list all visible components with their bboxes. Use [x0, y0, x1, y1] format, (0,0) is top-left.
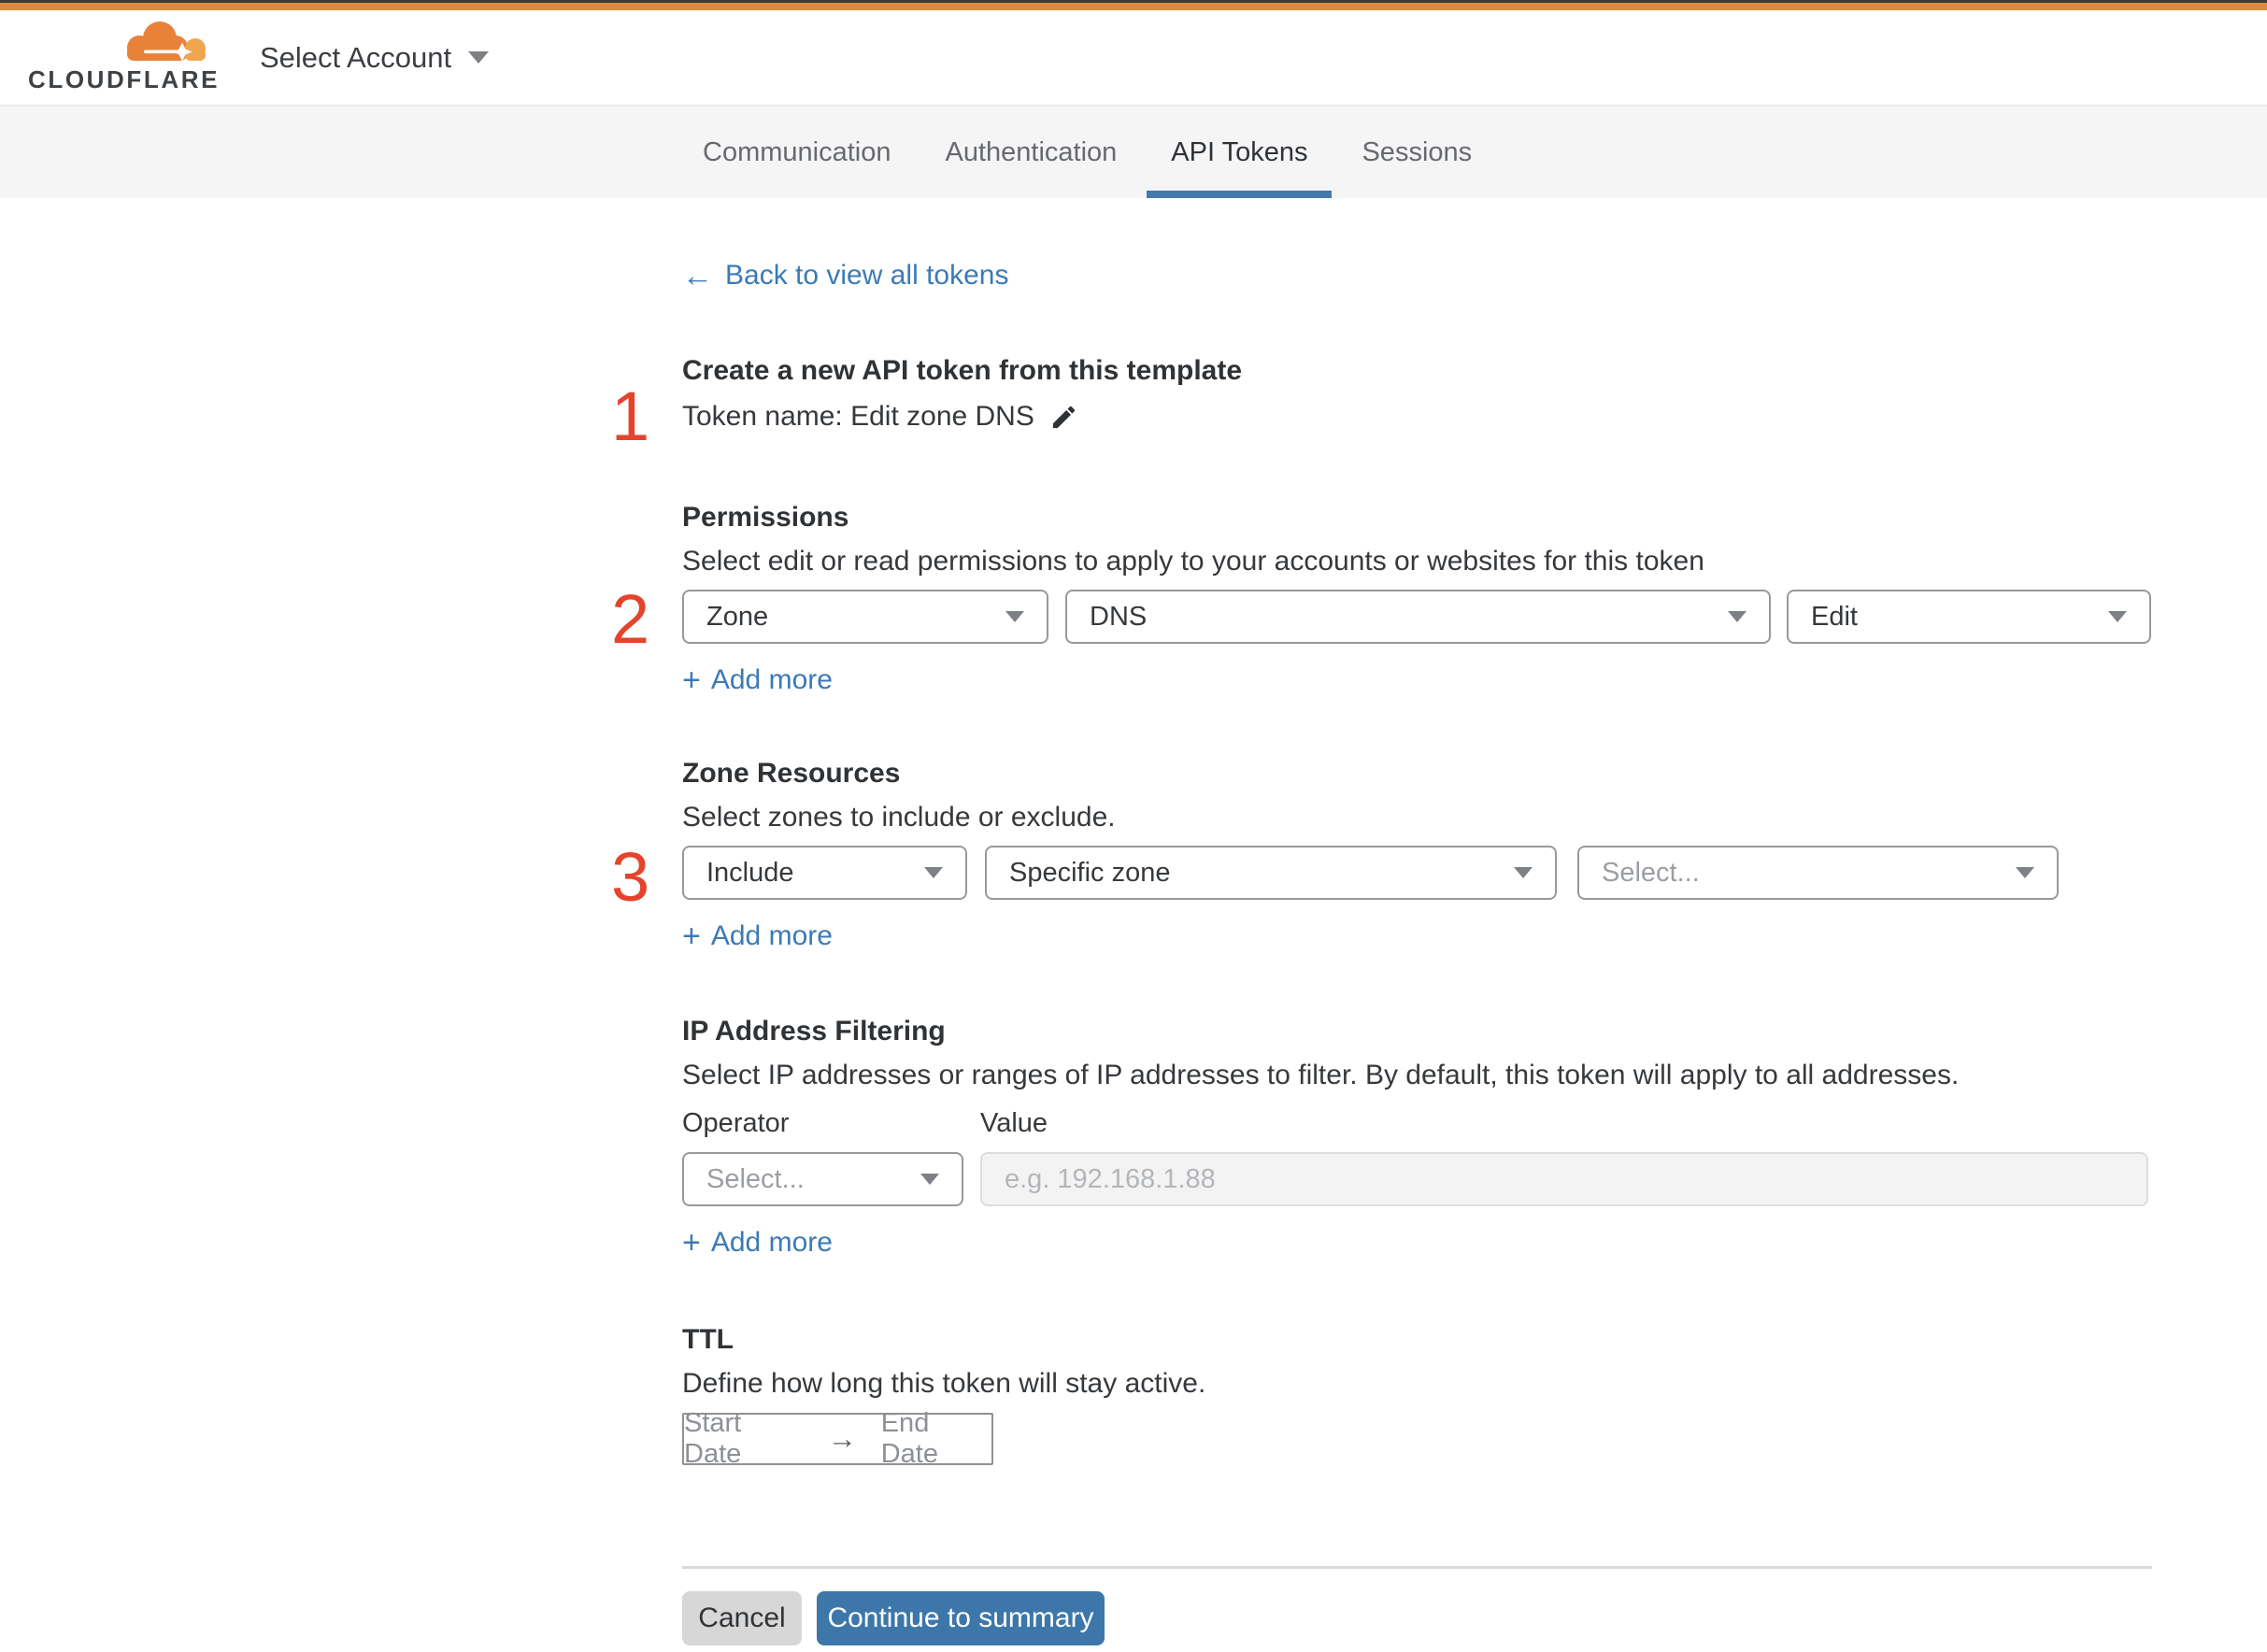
chevron-down-icon [2016, 867, 2034, 878]
section-token-name: 1 Create a new API token from this templ… [611, 353, 2152, 451]
main-content: ← Back to view all tokens 1 Create a new… [611, 260, 2152, 1645]
token-name-text: Token name: Edit zone DNS [682, 401, 1034, 432]
add-more-label: Add more [710, 1227, 833, 1258]
step-number-3: 3 [611, 838, 650, 916]
ip-filtering-grid: Operator Value Select... [682, 1107, 2152, 1206]
ttl-date-range-picker[interactable]: Start Date → End Date [682, 1408, 993, 1469]
add-more-label: Add more [710, 920, 833, 951]
right-arrow-icon: → [827, 1422, 857, 1455]
ip-filtering-title: IP Address Filtering [682, 1016, 946, 1047]
permission-type-select[interactable]: DNS [1065, 590, 1771, 644]
tab-bar: Communication Authentication API Tokens … [0, 105, 2267, 198]
zone-resources-add-more-link[interactable]: + Add more [682, 920, 833, 952]
chevron-down-icon [924, 867, 943, 878]
cloudflare-cloud-icon [127, 21, 206, 62]
permission-level-select[interactable]: Edit [1787, 590, 2151, 644]
tab-label: Communication [703, 136, 891, 167]
add-more-label: Add more [710, 664, 833, 695]
select-value: Specific zone [1009, 857, 1171, 888]
section-ttl: TTL Define how long this token will stay… [682, 1322, 2152, 1469]
ip-filtering-add-more-link[interactable]: + Add more [682, 1227, 833, 1259]
ip-value-input[interactable] [980, 1152, 2148, 1206]
zone-resources-description: Select zones to include or exclude. [682, 802, 1116, 833]
ttl-title: TTL [682, 1324, 734, 1355]
tab-communication[interactable]: Communication [678, 107, 915, 198]
ip-filtering-description: Select IP addresses or ranges of IP addr… [682, 1060, 1960, 1090]
section-ip-filtering: IP Address Filtering Select IP addresses… [682, 1014, 2152, 1259]
chevron-down-icon [1514, 867, 1533, 878]
value-label: Value [980, 1108, 1048, 1138]
tab-authentication[interactable]: Authentication [920, 107, 1141, 198]
tab-label: API Tokens [1171, 136, 1308, 167]
select-value: DNS [1090, 601, 1148, 632]
select-placeholder: Select... [706, 1163, 805, 1194]
permission-scope-select[interactable]: Zone [682, 590, 1048, 644]
tab-api-tokens[interactable]: API Tokens [1147, 107, 1333, 198]
cloudflare-logo[interactable]: CLOUDFLARE [28, 21, 221, 94]
select-placeholder: Select... [1602, 857, 1700, 888]
tab-sessions[interactable]: Sessions [1337, 107, 1496, 198]
footer-divider [682, 1566, 2152, 1569]
section-permissions: 2 Permissions Select edit or read permis… [611, 500, 2152, 696]
select-value: Zone [706, 601, 769, 632]
chevron-down-icon [2108, 611, 2127, 622]
select-value: Edit [1811, 601, 1858, 632]
permissions-title: Permissions [682, 502, 849, 533]
plus-icon: + [682, 662, 701, 698]
back-link-label: Back to view all tokens [725, 260, 1009, 291]
header: CLOUDFLARE Select Account [0, 10, 2267, 105]
start-date-placeholder: Start Date [684, 1408, 742, 1469]
plus-icon: + [682, 919, 701, 954]
zone-include-exclude-select[interactable]: Include [682, 846, 967, 900]
permissions-description: Select edit or read permissions to apply… [682, 546, 1704, 577]
select-value: Include [706, 857, 794, 888]
plus-icon: + [682, 1225, 701, 1260]
chevron-down-icon [1728, 611, 1747, 622]
chevron-down-icon [468, 51, 490, 64]
tab-label: Sessions [1362, 136, 1473, 167]
continue-to-summary-button[interactable]: Continue to summary [817, 1591, 1105, 1645]
account-selector-label: Select Account [260, 40, 452, 74]
step-number-1: 1 [611, 377, 650, 455]
create-token-title: Create a new API token from this templat… [682, 355, 1243, 386]
ttl-description: Define how long this token will stay act… [682, 1368, 1206, 1399]
account-selector[interactable]: Select Account [260, 40, 490, 75]
section-zone-resources: 3 Zone Resources Select zones to include… [611, 756, 2152, 952]
chevron-down-icon [1005, 611, 1024, 622]
end-date-placeholder: End Date [880, 1408, 938, 1469]
zone-picker-select[interactable]: Select... [1577, 846, 2059, 900]
operator-label: Operator [682, 1108, 790, 1138]
edit-pencil-icon[interactable] [1049, 403, 1078, 432]
tab-label: Authentication [945, 136, 1118, 167]
back-to-tokens-link[interactable]: ← Back to view all tokens [682, 260, 1008, 292]
cancel-button[interactable]: Cancel [682, 1591, 802, 1645]
left-arrow-icon: ← [682, 258, 713, 292]
permissions-row: Zone DNS Edit [682, 590, 2152, 644]
permissions-add-more-link[interactable]: + Add more [682, 664, 833, 696]
chevron-down-icon [920, 1174, 939, 1185]
zone-resources-row: Include Specific zone Select... [682, 846, 2152, 900]
footer-actions: Cancel Continue to summary [682, 1591, 2152, 1645]
ip-operator-select[interactable]: Select... [682, 1152, 963, 1206]
zone-scope-select[interactable]: Specific zone [985, 846, 1557, 900]
step-number-2: 2 [611, 580, 650, 658]
cloudflare-logo-text: CLOUDFLARE [28, 65, 221, 93]
zone-resources-title: Zone Resources [682, 758, 901, 789]
brand-accent-bar [0, 3, 2267, 10]
token-name-line: Token name: Edit zone DNS [682, 399, 2152, 434]
